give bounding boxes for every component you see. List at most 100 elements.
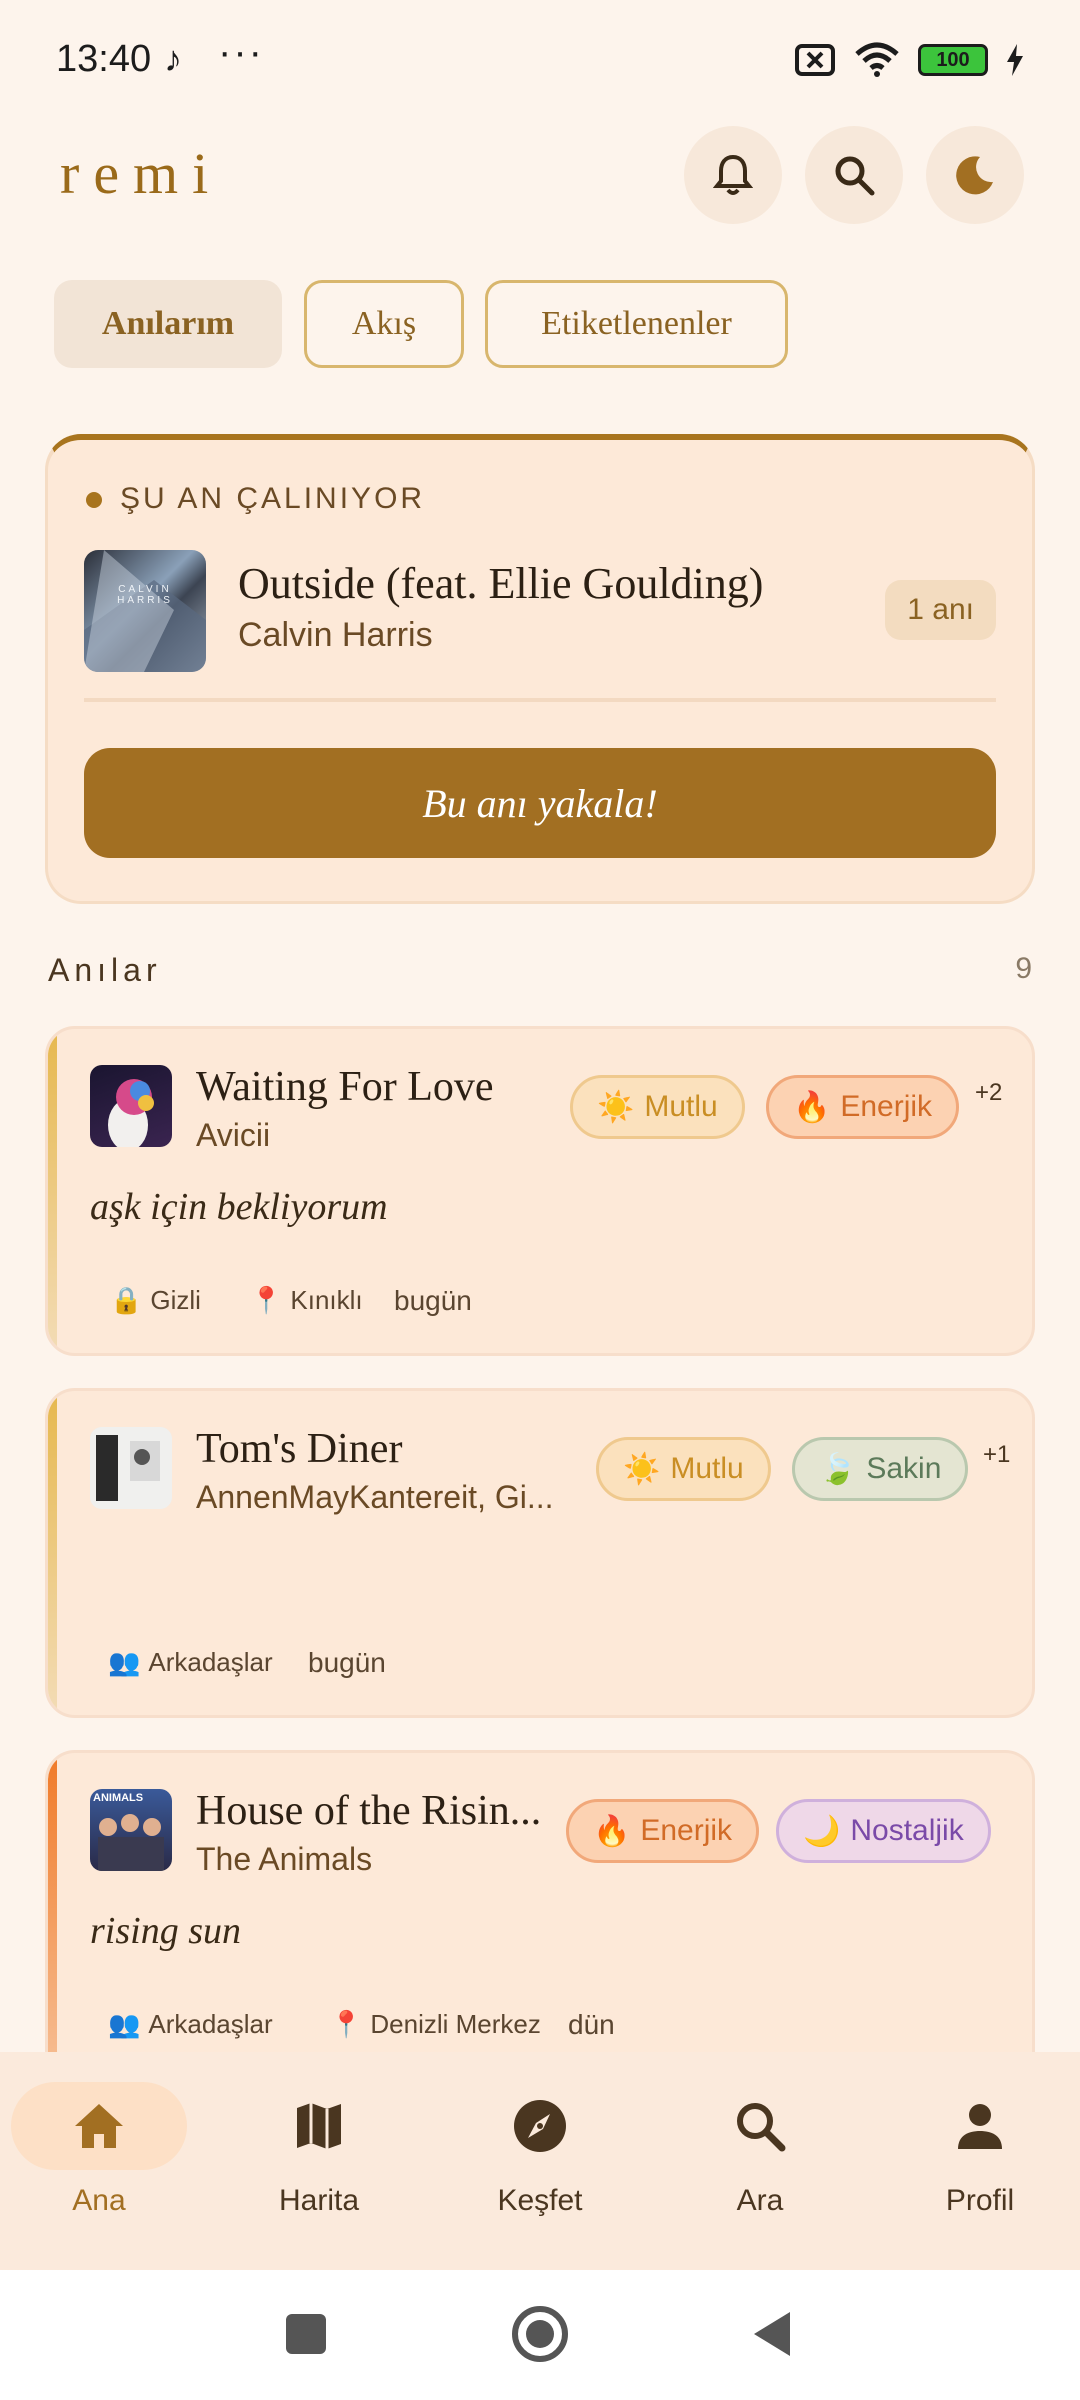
memory-artist: The Animals [196,1841,373,1877]
leaf-icon: 🍃 [819,1452,857,1486]
back-icon[interactable] [752,2310,792,2358]
more-moods-count[interactable]: +1 [983,1441,1010,1469]
now-playing-dot [86,492,102,508]
friends-icon: 👥 [108,2009,141,2039]
nav-label: Profil [945,2184,1015,2217]
memory-artist: AnnenMayKantereit, Gi... [196,1479,554,1515]
chip-label: Nostaljik [850,1814,964,1847]
compass-icon [514,2100,566,2152]
home-button-icon[interactable] [510,2304,570,2364]
status-time: 13:40 [56,38,152,80]
memory-title: Tom's Diner [196,1426,403,1472]
memory-note: aşk için bekliyorum [90,1186,388,1228]
nav-label: Keşfet [497,2184,583,2217]
mood-chip-mutlu[interactable]: ☀️ Mutlu [596,1437,771,1501]
status-bar: 13:40 ♪ ··· 100 [0,0,1080,120]
fire-icon: 🔥 [593,1814,631,1848]
pin-icon: 📍 [250,1285,283,1315]
person-icon [958,2104,1002,2149]
privacy-tag: 🔒 Gizli [110,1285,201,1316]
location-tag[interactable]: 📍 Denizli Merkez [330,2009,541,2040]
app-logo: remi [60,141,223,206]
nav-label: Ana [72,2184,126,2217]
nav-label: Ara [736,2184,784,2217]
memory-note: rising sun [90,1910,241,1952]
chip-label: Sakin [866,1452,942,1485]
album-art[interactable]: CALVIN HARRIS [84,550,206,672]
memory-artist: Avicii [196,1117,271,1153]
search-icon [835,156,875,196]
sun-icon: ☀️ [597,1090,635,1124]
chip-label: Enerjik [840,1090,933,1123]
privacy-label: Arkadaşlar [148,1647,273,1677]
album-art: ANIMALS [90,1789,172,1871]
music-note-icon: ♪ [164,38,182,79]
album-art [90,1427,172,1509]
card-accent [48,1029,57,1353]
nav-profil[interactable]: Profil [890,2082,1070,2252]
moon-icon: 🌙 [803,1814,841,1848]
memories-section-title: Anılar [48,952,162,988]
tab-akis[interactable]: Akış [304,280,464,368]
privacy-label: Gizli [150,1285,201,1315]
mood-chip-nostaljik[interactable]: 🌙 Nostaljik [776,1799,991,1863]
memories-count: 9 [1015,952,1032,985]
nav-ara[interactable]: Ara [670,2082,850,2252]
memory-count-badge[interactable]: 1 anı [885,580,996,640]
chip-label: Mutlu [644,1090,718,1123]
nav-harita[interactable]: Harita [229,2082,409,2252]
tab-anilarim[interactable]: Anılarım [54,280,282,368]
location-tag[interactable]: 📍 Kınıklı [250,1285,363,1316]
fire-icon: 🔥 [793,1090,831,1124]
system-nav-bar [0,2270,1080,2400]
friends-icon: 👥 [108,1647,141,1677]
memory-card[interactable]: Waiting For Love Avicii ☀️ Mutlu 🔥 Enerj… [45,1026,1035,1356]
tab-etiketlenenler[interactable]: Etiketlenenler [485,280,788,368]
now-playing-card: ŞU AN ÇALINIYOR CALVIN HARRIS Outside (f… [45,434,1035,904]
search-button[interactable] [805,126,903,224]
mood-chip-enerjik[interactable]: 🔥 Enerjik [766,1075,960,1139]
bell-icon [713,154,753,195]
bottom-nav: Ana Harita Keşfet Ara Profil [0,2052,1080,2270]
privacy-tag: 👥 Arkadaşlar [108,2009,273,2040]
location-label: Kınıklı [290,1285,363,1315]
card-accent [48,1391,57,1715]
map-icon [297,2103,341,2149]
nav-kesfet[interactable]: Keşfet [450,2082,630,2252]
nav-label: Harita [278,2184,360,2217]
mood-chip-enerjik[interactable]: 🔥 Enerjik [566,1799,760,1863]
memory-card[interactable]: Tom's Diner AnnenMayKantereit, Gi... ☀️ … [45,1388,1035,1718]
album-art-text: CALVIN HARRIS [117,584,173,606]
location-label: Denizli Merkez [370,2009,541,2039]
wifi-icon [855,42,899,77]
now-playing-label: ŞU AN ÇALINIYOR [120,482,426,515]
capture-moment-button[interactable]: Bu anı yakala! [84,748,996,858]
recents-icon[interactable] [286,2314,326,2354]
pin-icon: 📍 [330,2009,363,2039]
sim-off-icon [795,44,835,76]
home-icon [75,2104,123,2148]
nav-ana[interactable]: Ana [9,2082,189,2252]
album-art-text: ANIMALS [93,1792,144,1804]
lock-icon: 🔒 [110,1285,143,1315]
sun-icon: ☀️ [623,1452,661,1486]
memory-time: dün [568,2009,615,2040]
more-notifications-icon: ··· [218,30,264,74]
more-moods-count[interactable]: +2 [975,1079,1002,1107]
memory-time: bugün [308,1647,386,1678]
chip-label: Mutlu [670,1452,744,1485]
divider [84,698,996,702]
memory-title: Waiting For Love [196,1064,494,1110]
status-icons: 100 [794,42,1024,78]
privacy-tag: 👥 Arkadaşlar [108,1647,273,1678]
now-playing-artist: Calvin Harris [238,616,433,654]
notifications-button[interactable] [684,126,782,224]
memory-time: bugün [394,1285,472,1316]
battery-icon: 100 [918,44,988,76]
memory-title: House of the Risin... [196,1788,542,1834]
theme-toggle-button[interactable] [926,126,1024,224]
mood-chip-mutlu[interactable]: ☀️ Mutlu [570,1075,745,1139]
privacy-label: Arkadaşlar [148,2009,273,2039]
mood-chip-sakin[interactable]: 🍃 Sakin [792,1437,969,1501]
chip-label: Enerjik [640,1814,733,1847]
